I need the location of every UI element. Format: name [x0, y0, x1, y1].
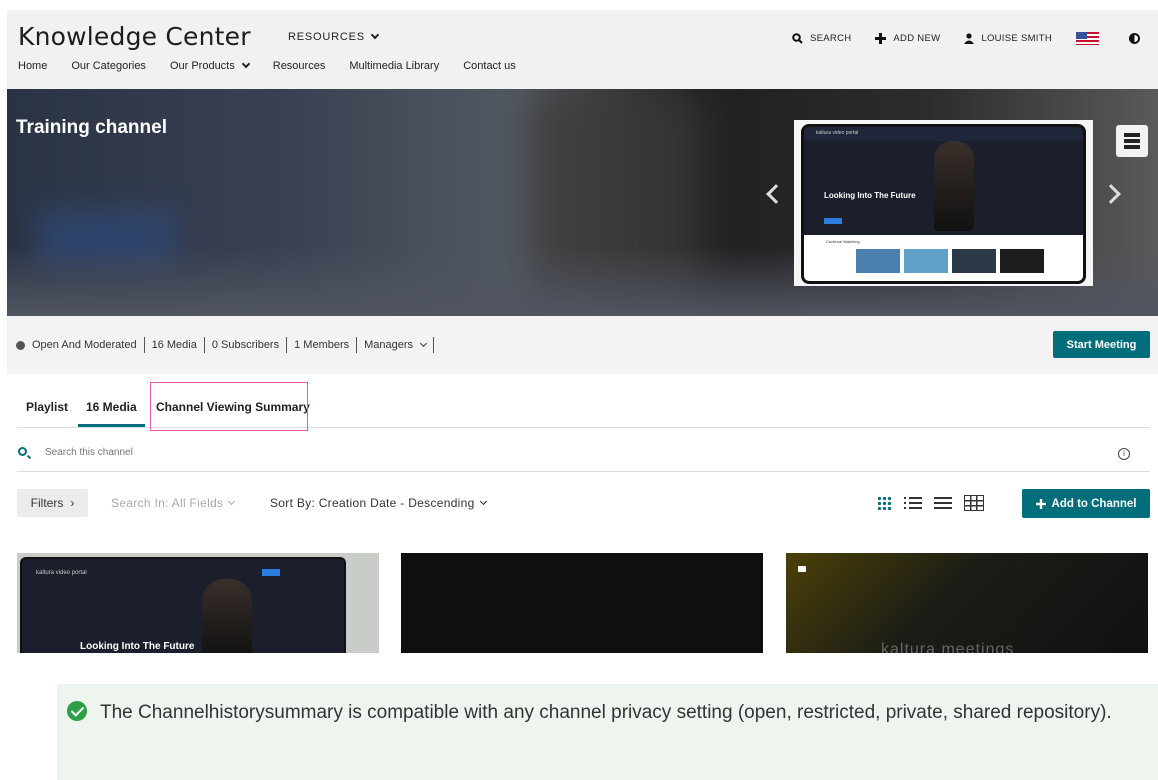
- plus-icon: [1035, 498, 1046, 509]
- info-icon[interactable]: i: [1118, 448, 1130, 460]
- add-to-channel-button[interactable]: Add to Channel: [1022, 489, 1150, 518]
- search-in-label: Search In: All Fields: [111, 496, 224, 510]
- compact-list-view-icon[interactable]: [934, 495, 952, 511]
- resources-menu[interactable]: RESOURCES: [288, 30, 380, 43]
- channel-stats: Open And Moderated 16 Media 0 Subscriber…: [16, 337, 441, 353]
- video-camera-icon: [798, 566, 806, 572]
- channel-info-bar: Open And Moderated 16 Media 0 Subscriber…: [7, 316, 1158, 374]
- user-menu[interactable]: LOUISE SMITH: [964, 33, 1052, 44]
- site-header: Knowledge Center RESOURCES Home Our Cate…: [7, 10, 1158, 89]
- thumbnail-strip-label: Continue Watching: [826, 239, 860, 244]
- channel-privacy: Open And Moderated: [32, 339, 137, 351]
- header-tools: SEARCH ADD NEW LOUISE SMITH: [792, 32, 1141, 45]
- main-nav: Home Our Categories Our Products Resourc…: [18, 59, 516, 72]
- featured-media-thumbnail[interactable]: kaltura video portal Looking Into The Fu…: [794, 120, 1093, 286]
- chevron-down-icon: [370, 30, 380, 40]
- media-card[interactable]: [401, 553, 763, 653]
- tab-highlight-box: [150, 382, 308, 431]
- tab-media[interactable]: 16 Media: [78, 400, 145, 427]
- chevron-right-icon[interactable]: [1101, 184, 1121, 204]
- detailed-list-view-icon[interactable]: [904, 495, 922, 511]
- contrast-toggle-icon[interactable]: [1129, 33, 1141, 44]
- add-new-button[interactable]: ADD NEW: [875, 33, 940, 44]
- divider: [143, 337, 145, 353]
- add-to-channel-label: Add to Channel: [1051, 497, 1137, 510]
- thumbnail-logo: kaltura video portal: [816, 130, 859, 136]
- nav-contact-us[interactable]: Contact us: [463, 60, 516, 72]
- divider: [356, 337, 358, 353]
- thumbnail-card: [904, 249, 948, 273]
- table-view-icon[interactable]: [964, 495, 984, 511]
- thumbnail-card: [1000, 249, 1044, 273]
- channel-search: i: [17, 438, 1150, 472]
- thumbnail-watch-button: [824, 218, 842, 224]
- thumbnail-topbar: kaltura video portal: [804, 127, 1083, 141]
- chevron-left-icon[interactable]: [766, 184, 786, 204]
- thumbnail-image: kaltura video portal Looking Into The Fu…: [801, 124, 1086, 284]
- media-watermark: kaltura meetings: [881, 641, 1015, 653]
- thumbnail-strip: Continue Watching: [804, 235, 1083, 281]
- nav-our-products-label: Our Products: [169, 60, 235, 72]
- search-input[interactable]: [45, 447, 745, 458]
- media-thumbnail-button: [262, 569, 280, 576]
- search-icon: [18, 447, 27, 456]
- thumbnail-card: [856, 249, 900, 273]
- search-button[interactable]: SEARCH: [792, 33, 851, 44]
- banner-menu-icon[interactable]: [1116, 125, 1148, 157]
- media-thumbnail-title: Looking Into The Future: [80, 641, 195, 652]
- nav-multimedia-library[interactable]: Multimedia Library: [349, 60, 439, 72]
- media-thumbnail-logo: kaltura video portal: [36, 570, 87, 576]
- plus-icon: [875, 33, 887, 44]
- user-name: LOUISE SMITH: [981, 33, 1053, 44]
- divider: [286, 337, 288, 353]
- channel-members[interactable]: 1 Members: [294, 339, 349, 351]
- chevron-down-icon: [241, 59, 250, 69]
- site-brand[interactable]: Knowledge Center: [18, 22, 251, 51]
- filters-label: Filters: [30, 496, 64, 510]
- media-thumbnail-presenter: [202, 579, 252, 653]
- managers-dropdown[interactable]: Managers: [364, 339, 428, 351]
- search-icon: [792, 33, 803, 44]
- search-button-label: SEARCH: [810, 33, 852, 44]
- channel-title: Training channel: [16, 117, 167, 138]
- chevron-down-icon: [228, 497, 236, 505]
- globe-icon: [16, 340, 25, 350]
- filters-button[interactable]: Filters ›: [17, 489, 88, 517]
- nav-our-products[interactable]: Our Products: [169, 59, 250, 72]
- user-icon: [964, 33, 975, 44]
- channel-banner: Training channel kaltura video portal Lo…: [7, 89, 1158, 316]
- info-note-text: The Channelhistorysummary is compatible …: [100, 702, 1112, 723]
- thumbnail-title: Looking Into The Future: [824, 191, 916, 200]
- chevron-down-icon: [420, 339, 428, 347]
- nav-resources[interactable]: Resources: [273, 60, 326, 72]
- sort-by-dropdown[interactable]: Sort By: Creation Date - Descending: [270, 496, 487, 510]
- thumbnail-presenter: [934, 141, 974, 231]
- chevron-right-icon: ›: [70, 496, 75, 510]
- language-flag-icon[interactable]: [1076, 32, 1100, 45]
- channel-tabs: Playlist 16 Media Channel Viewing Summar…: [17, 382, 1150, 431]
- resources-menu-label: RESOURCES: [288, 31, 365, 43]
- tab-playlist[interactable]: Playlist: [26, 400, 68, 414]
- start-meeting-button[interactable]: Start Meeting: [1053, 331, 1150, 358]
- nav-home[interactable]: Home: [18, 60, 47, 72]
- divider: [433, 337, 435, 353]
- thumbnail-card: [952, 249, 996, 273]
- managers-label: Managers: [364, 339, 414, 351]
- search-in-dropdown[interactable]: Search In: All Fields: [111, 496, 236, 510]
- nav-our-categories[interactable]: Our Categories: [71, 60, 146, 72]
- media-card[interactable]: kaltura meetings: [786, 553, 1148, 653]
- channel-subscribers: 0 Subscribers: [211, 339, 280, 351]
- channel-media-count: 16 Media: [151, 339, 197, 351]
- media-toolbar: Filters › Search In: All Fields Sort By:…: [17, 489, 1150, 519]
- add-new-label: ADD NEW: [893, 33, 941, 44]
- divider: [203, 337, 205, 353]
- media-card[interactable]: kaltura video portal Looking Into The Fu…: [17, 553, 379, 653]
- chevron-down-icon: [479, 497, 487, 505]
- media-thumbnail: kaltura video portal Looking Into The Fu…: [20, 557, 346, 653]
- grid-view-icon[interactable]: [877, 496, 892, 510]
- sort-by-label: Sort By: Creation Date - Descending: [270, 496, 475, 510]
